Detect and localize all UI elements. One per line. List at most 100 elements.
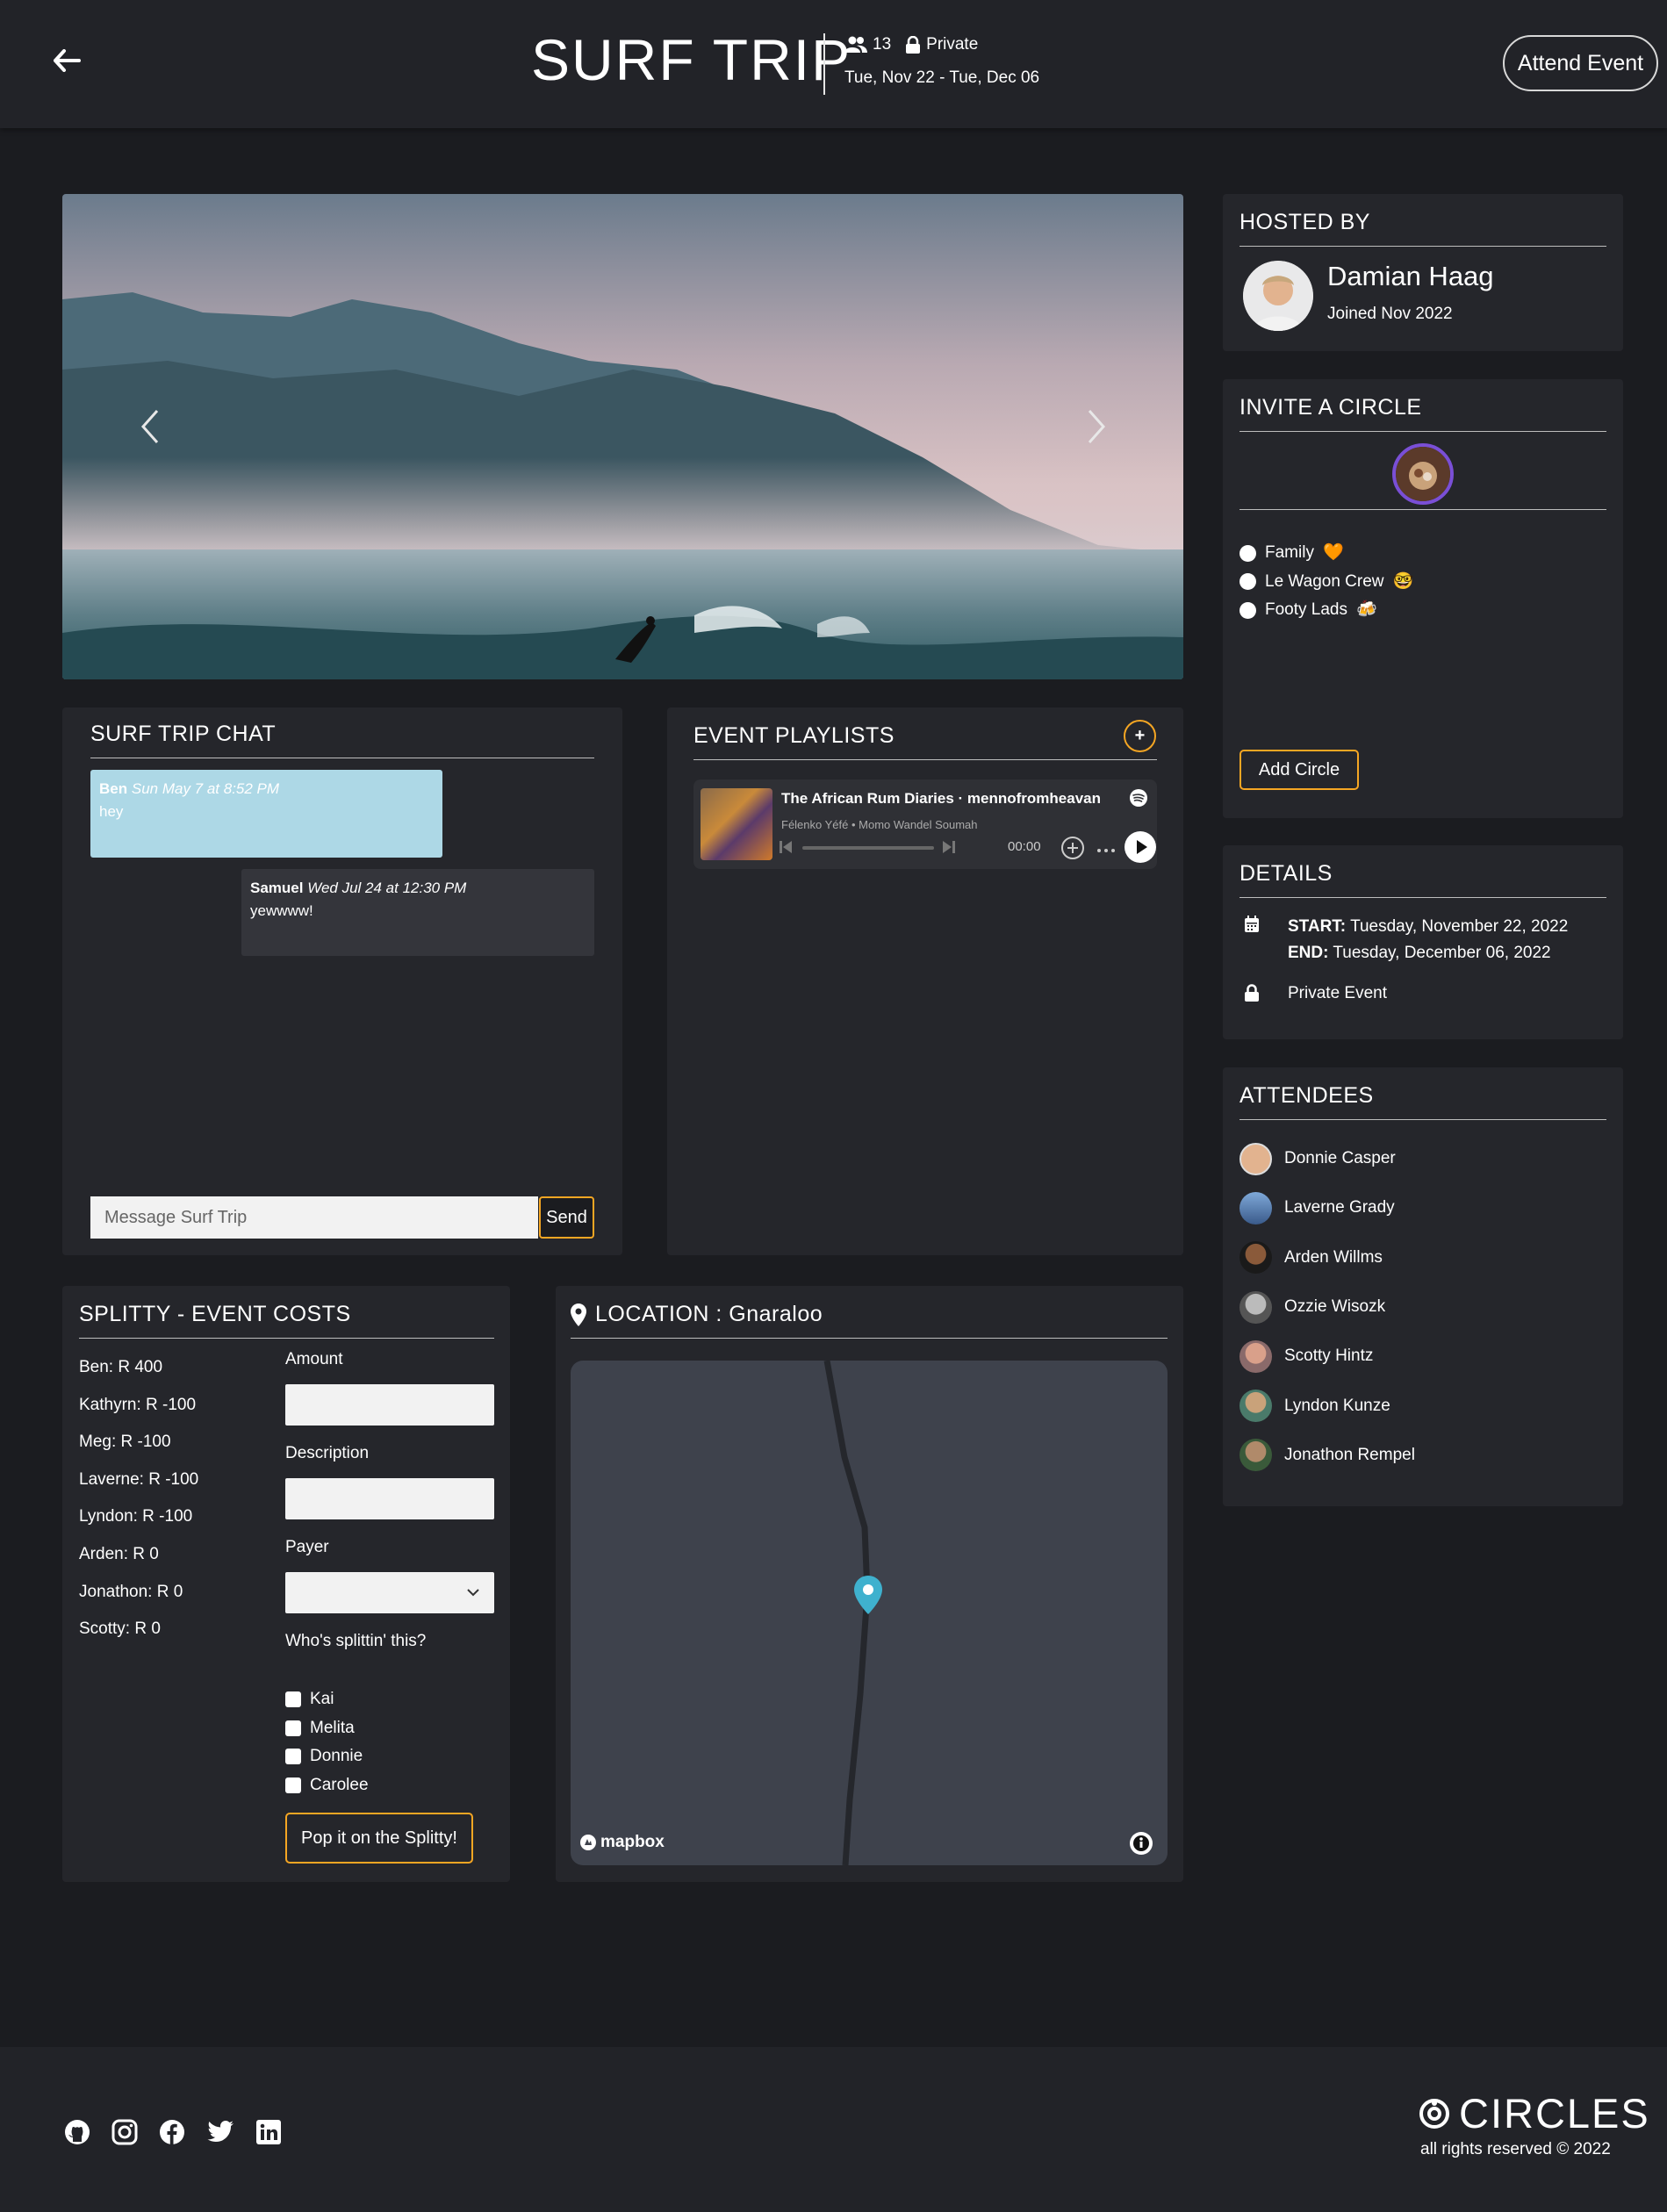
linkedin-icon[interactable] [255, 2119, 282, 2145]
attendee-name: Scotty Hintz [1284, 1347, 1374, 1366]
description-label: Description [285, 1444, 370, 1462]
circle-label: Footy Lads [1265, 600, 1347, 619]
location-marker-icon[interactable] [854, 1576, 882, 1614]
circle-options: Family 🧡 Le Wagon Crew 🤓 Footy Lads 🍻 [1239, 539, 1413, 625]
radio-button[interactable] [1239, 573, 1256, 591]
album-art [701, 788, 772, 860]
mapbox-label: mapbox [600, 1833, 665, 1851]
balance-item: Lyndon: R -100 [79, 1507, 193, 1526]
balance-item: Laverne: R -100 [79, 1469, 199, 1489]
checkbox[interactable] [285, 1691, 301, 1708]
spotify-logo-icon [1130, 789, 1147, 807]
start-date: Tuesday, November 22, 2022 [1350, 917, 1569, 936]
facebook-icon[interactable] [159, 2119, 185, 2145]
splitter-name: Melita [310, 1718, 355, 1737]
previous-track-icon[interactable] [778, 839, 794, 855]
checkbox[interactable] [285, 1749, 301, 1765]
amount-label: Amount [285, 1350, 343, 1368]
playlists-panel: EVENT PLAYLISTS + The African Rum Diarie… [667, 707, 1183, 1255]
splitty-panel: SPLITTY - EVENT COSTS Ben: R 400 Kathyrn… [62, 1286, 510, 1882]
circle-avatar[interactable] [1392, 443, 1454, 505]
add-playlist-button[interactable]: + [1124, 720, 1156, 752]
lock-icon [1245, 984, 1259, 1002]
add-expense-button[interactable]: Pop it on the Splitty! [285, 1813, 473, 1864]
radio-button[interactable] [1239, 544, 1256, 562]
host-name[interactable]: Damian Haag [1327, 261, 1494, 292]
splitter-name: Donnie [310, 1747, 363, 1765]
map-info-icon[interactable] [1129, 1831, 1153, 1856]
chevron-down-icon [467, 1589, 479, 1597]
copyright: all rights reserved © 2022 [1420, 2140, 1611, 2158]
footer: CIRCLES all rights reserved © 2022 [0, 2047, 1667, 2212]
event-dates: Tue, Nov 22 - Tue, Dec 06 [844, 68, 1040, 87]
track-time: 00:00 [1008, 839, 1041, 854]
avatar [1239, 1142, 1272, 1175]
chat-message-input[interactable]: Message Surf Trip [90, 1196, 538, 1239]
checkbox[interactable] [285, 1720, 301, 1736]
start-label: START: [1288, 917, 1347, 936]
attendee-name: Donnie Casper [1284, 1149, 1396, 1168]
splitter-option[interactable]: Kai [285, 1685, 369, 1714]
attendee-name: Laverne Grady [1284, 1198, 1395, 1217]
twitter-icon[interactable] [206, 2119, 234, 2145]
github-icon[interactable] [64, 2119, 90, 2145]
circle-option-footy-lads[interactable]: Footy Lads 🍻 [1239, 596, 1413, 625]
attend-event-button[interactable]: Attend Event [1503, 35, 1658, 91]
balance-item: Meg: R -100 [79, 1433, 171, 1452]
track-progress-bar[interactable] [802, 846, 934, 850]
host-avatar[interactable] [1243, 261, 1313, 331]
splitter-option[interactable]: Carolee [285, 1771, 369, 1800]
back-arrow-icon[interactable] [53, 49, 81, 72]
payer-select[interactable] [285, 1572, 494, 1613]
attendee-item[interactable]: Donnie Casper [1239, 1134, 1608, 1183]
radio-button[interactable] [1239, 601, 1256, 619]
details-panel: DETAILS START: Tuesday, November 22, 202… [1223, 845, 1623, 1039]
attendee-item[interactable]: Arden Willms [1239, 1233, 1608, 1282]
location-prefix: LOCATION : [595, 1302, 729, 1326]
attendee-item[interactable]: Jonathon Rempel [1239, 1431, 1608, 1480]
attendee-item[interactable]: Lyndon Kunze [1239, 1381, 1608, 1430]
mapbox-icon [580, 1835, 596, 1850]
map-pin-icon [571, 1303, 586, 1326]
carousel-prev-icon[interactable] [133, 400, 168, 453]
checkbox[interactable] [285, 1777, 301, 1793]
splitter-option[interactable]: Melita [285, 1714, 369, 1743]
message-text: yewwww! [250, 902, 313, 919]
privacy-detail: Private Event [1288, 984, 1387, 1002]
location-place: Gnaraloo [729, 1302, 823, 1326]
attendee-item[interactable]: Ozzie Wisozk [1239, 1282, 1608, 1332]
invite-heading: INVITE A CIRCLE [1239, 395, 1606, 432]
balances-list: Ben: R 400 Kathyrn: R -100 Meg: R -100 L… [79, 1349, 198, 1648]
splitters-label: Who's splittin' this? [285, 1632, 427, 1650]
circle-option-family[interactable]: Family 🧡 [1239, 539, 1413, 568]
next-track-icon[interactable] [941, 839, 957, 855]
more-options-icon[interactable] [1094, 836, 1118, 860]
carousel-next-icon[interactable] [1079, 400, 1114, 453]
splitter-option[interactable]: Donnie [285, 1742, 369, 1771]
track-artists: Félenko Yéfé • Momo Wandel Soumah [781, 818, 978, 831]
heart-icon: 🧡 [1322, 543, 1344, 562]
add-circle-button[interactable]: Add Circle [1239, 750, 1359, 790]
attendee-count: 13 [873, 35, 892, 54]
attendee-item[interactable]: Laverne Grady [1239, 1183, 1608, 1232]
play-icon[interactable] [1124, 830, 1157, 864]
track-title: The African Rum Diaries · mennofromheava… [781, 790, 1102, 807]
instagram-icon[interactable] [111, 2119, 138, 2145]
chat-title: SURF TRIP CHAT [90, 722, 594, 758]
splitters-list: Kai Melita Donnie Carolee [285, 1685, 369, 1799]
amount-input[interactable] [285, 1384, 494, 1426]
splitter-name: Carolee [310, 1775, 369, 1794]
add-to-library-icon[interactable] [1060, 836, 1085, 860]
event-date-range: START: Tuesday, November 22, 2022 END: T… [1288, 914, 1568, 966]
map[interactable]: mapbox [571, 1361, 1168, 1865]
attendee-item[interactable]: Scotty Hintz [1239, 1332, 1608, 1381]
avatar [1239, 1191, 1272, 1224]
details-heading: DETAILS [1239, 861, 1606, 898]
description-input[interactable] [285, 1478, 494, 1519]
send-button[interactable]: Send [539, 1196, 594, 1239]
surf-photo [62, 194, 1183, 679]
host-panel: HOSTED BY Damian Haag Joined Nov 2022 [1223, 194, 1623, 351]
attendee-name: Arden Willms [1284, 1247, 1383, 1267]
attendee-name: Ozzie Wisozk [1284, 1297, 1386, 1317]
circle-option-le-wagon[interactable]: Le Wagon Crew 🤓 [1239, 568, 1413, 597]
